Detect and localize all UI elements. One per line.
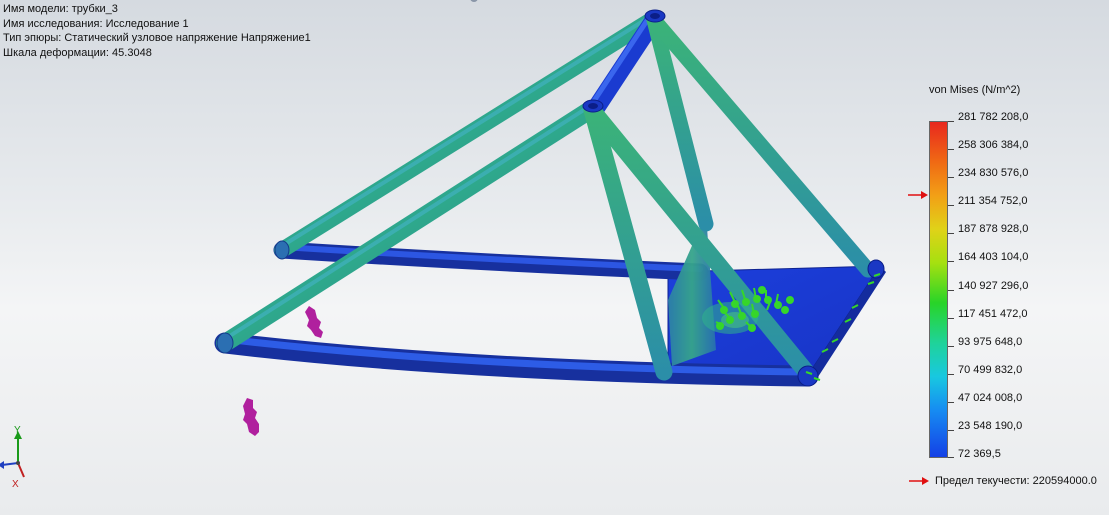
colorbar-label: 47 024 008,0 [958,391,1023,404]
study-info: Имя модели: трубки_3 Имя исследования: И… [3,2,311,60]
colorbar-tick [948,233,954,235]
yield-arrow-icon [909,477,929,486]
deformation-scale: Шкала деформации: 45.3048 [3,46,152,59]
colorbar-tick [948,429,954,431]
triad-x-label: X [12,479,19,489]
yield-strength: Предел текучести: 220594000.0 [935,475,1097,487]
colorbar-label: 281 782 208,0 [958,111,1029,123]
end-cap-front-right [797,365,819,387]
colorbar-tick [948,317,954,319]
colorbar-label: 234 830 576,0 [958,167,1029,180]
yield-marker-arrow [908,191,928,199]
stress-colorbar[interactable] [929,121,948,458]
colorbar-tick [948,289,954,291]
colorbar-label: 72 369,5 [958,448,1001,460]
coordinate-triad-icon[interactable]: Y X [0,425,40,489]
graphics-viewport[interactable]: Имя модели: трубки_3 Имя исследования: И… [0,0,1109,515]
colorbar-tick [948,205,954,207]
model-name: Имя модели: трубки_3 [3,3,118,15]
end-cap-front-left [216,332,234,354]
colorbar-label: 187 878 928,0 [958,223,1029,236]
colorbar-tick [948,457,954,458]
colorbar-label: 211 354 752,0 [958,195,1028,208]
colorbar-label: 93 975 648,0 [958,335,1023,348]
legend-title: von Mises (N/m^2) [929,84,1021,96]
fixture-marker-lower [243,398,259,436]
colorbar-label: 258 306 384,0 [958,139,1029,152]
front-upper-strut [216,101,599,352]
colorbar-tick [948,373,954,375]
heads-up-toolbar[interactable] [468,0,628,8]
colorbar-label: 23 548 190,0 [958,419,1023,432]
end-cap-rear-left [274,240,290,260]
colorbar-label: 70 499 832,0 [958,363,1023,376]
colorbar-tick [948,177,954,179]
colorbar-label: 117 451 472,0 [958,307,1028,320]
colorbar-tick [948,261,954,263]
colorbar-tick [948,345,954,347]
plot-type: Тип эпюры: Статический узловое напряжени… [3,32,311,44]
colorbar-tick [948,401,954,403]
study-name: Имя исследования: Исследование 1 [3,17,189,30]
yield-strength-row: Предел текучести: 220594000.0 [909,475,1097,487]
colorbar-label: 164 403 104,0 [958,251,1029,264]
colorbar-label: 140 927 296,0 [958,279,1029,292]
triad-y-label: Y [14,425,21,436]
colorbar-ticks [948,121,958,458]
colorbar-tick [948,121,954,122]
fixture-marker-upper [305,306,323,338]
colorbar-tick [948,149,954,151]
